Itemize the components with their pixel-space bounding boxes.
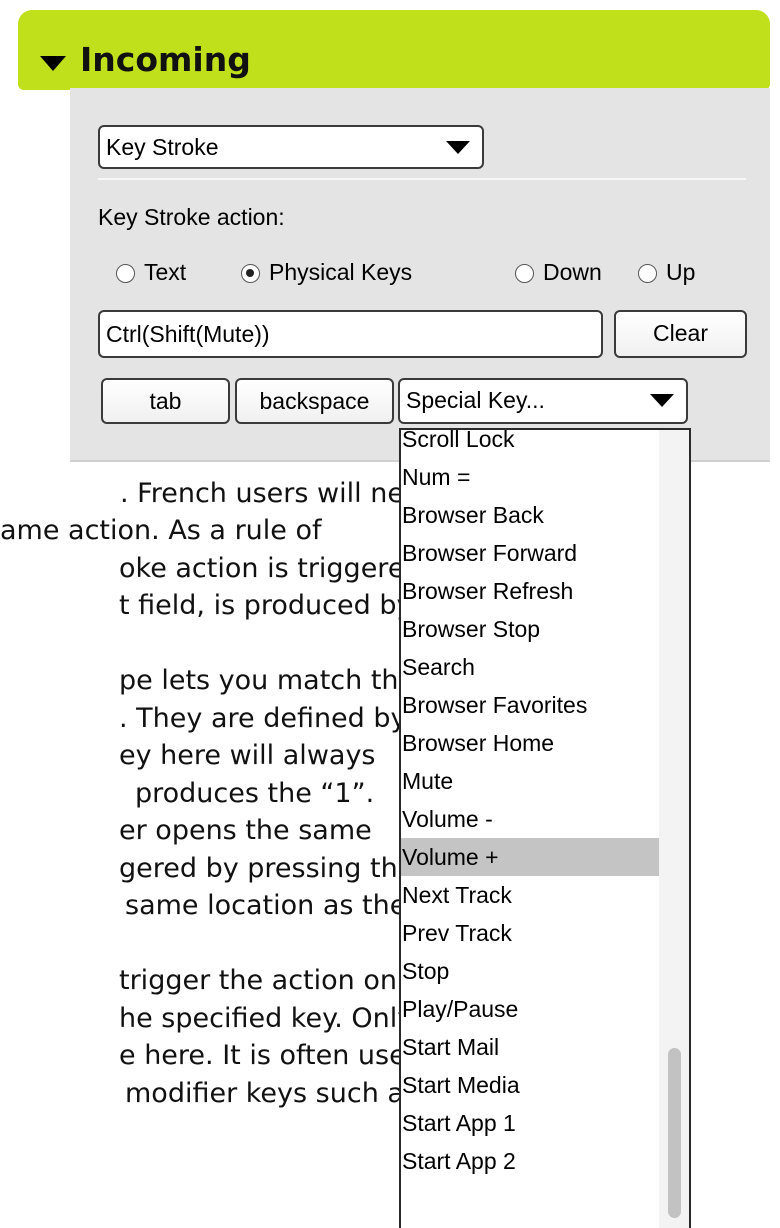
radio-up[interactable]: Up [638, 259, 695, 286]
radio-down[interactable]: Down [515, 259, 602, 286]
dropdown-item-search[interactable]: Search [401, 648, 660, 686]
dropdown-item-prev-track[interactable]: Prev Track [401, 914, 660, 952]
radio-text[interactable]: Text [116, 259, 186, 286]
chevron-down-icon [650, 394, 674, 407]
radio-label: Down [543, 259, 602, 285]
body-text-line: produces the “1”. [135, 778, 375, 809]
dropdown-item-browser-stop[interactable]: Browser Stop [401, 610, 660, 648]
special-key-select[interactable]: Special Key... [398, 378, 688, 424]
dropdown-item-next-track[interactable]: Next Track [401, 876, 660, 914]
radio-label: Up [666, 259, 696, 285]
dropdown-item-browser-back[interactable]: Browser Back [401, 496, 660, 534]
scrollbar-thumb[interactable] [668, 1048, 681, 1218]
dropdown-item-start-app-1[interactable]: Start App 1 [401, 1104, 660, 1142]
clear-button-label: Clear [653, 320, 708, 346]
radio-circle-icon [515, 264, 534, 283]
clear-button[interactable]: Clear [614, 310, 747, 358]
divider [98, 178, 746, 180]
dropdown-scrollbar[interactable] [659, 430, 689, 1228]
body-text-line: ame action. As a rule of [0, 515, 322, 546]
special-key-dropdown-list[interactable]: Scroll Lock Num = Browser Back Browser F… [399, 428, 691, 1228]
dropdown-item-browser-forward[interactable]: Browser Forward [401, 534, 660, 572]
body-text-line: same location as the [125, 890, 407, 921]
dropdown-item-play-pause[interactable]: Play/Pause [401, 990, 660, 1028]
dropdown-item-scroll-lock[interactable]: Scroll Lock [401, 430, 660, 458]
dropdown-item-volume-up[interactable]: Volume + [401, 838, 660, 876]
backspace-button[interactable]: backspace [235, 378, 394, 424]
incoming-section-header[interactable]: Incoming [18, 10, 770, 90]
tab-button-label: tab [149, 388, 182, 414]
dropdown-item-browser-favorites[interactable]: Browser Favorites [401, 686, 660, 724]
dropdown-item-start-media[interactable]: Start Media [401, 1066, 660, 1104]
radio-selected-icon [241, 264, 260, 283]
dropdown-item-stop[interactable]: Stop [401, 952, 660, 990]
body-text-line: gered by pressing the [119, 853, 415, 884]
body-text-line: er opens the same [119, 815, 372, 846]
dropdown-item-volume-down[interactable]: Volume - [401, 800, 660, 838]
radio-physical-keys[interactable]: Physical Keys [241, 259, 412, 286]
dropdown-item-browser-home[interactable]: Browser Home [401, 724, 660, 762]
radio-label: Text [144, 259, 187, 285]
keystroke-input-value: Ctrl(Shift(Mute)) [106, 321, 270, 347]
special-key-value: Special Key... [406, 387, 545, 413]
backspace-button-label: backspace [259, 388, 370, 414]
body-text-line: pe lets you match the [119, 665, 416, 696]
body-text-line: oke action is triggered [119, 553, 422, 584]
body-text-line: e here. It is often used [119, 1040, 423, 1071]
body-text-line: trigger the action on [119, 965, 397, 996]
collapse-triangle-icon[interactable] [40, 56, 66, 71]
section-title: Incoming [80, 40, 251, 79]
dropdown-item-num-equals[interactable]: Num = [401, 458, 660, 496]
radio-label: Physical Keys [269, 259, 413, 285]
action-type-value: Key Stroke [106, 134, 219, 160]
chevron-down-icon [446, 141, 470, 154]
dropdown-item-start-app-2[interactable]: Start App 2 [401, 1142, 660, 1180]
dropdown-item-start-mail[interactable]: Start Mail [401, 1028, 660, 1066]
tab-button[interactable]: tab [101, 378, 230, 424]
body-text-line: . They are defined by [119, 703, 407, 734]
body-text-line: t field, is produced by [119, 590, 413, 621]
body-text-line: . French users will need [120, 478, 438, 509]
dropdown-item-browser-refresh[interactable]: Browser Refresh [401, 572, 660, 610]
dropdown-item-mute[interactable]: Mute [401, 762, 660, 800]
body-text-line: ey here will always [119, 740, 376, 771]
keystroke-action-label: Key Stroke action: [98, 204, 285, 230]
keystroke-input[interactable]: Ctrl(Shift(Mute)) [98, 310, 603, 358]
body-text-line: modifier keys such as [125, 1078, 419, 1109]
radio-circle-icon [116, 264, 135, 283]
radio-circle-icon [638, 264, 657, 283]
action-type-select[interactable]: Key Stroke [98, 125, 484, 169]
body-text-line: he specified key. Only [119, 1003, 414, 1034]
